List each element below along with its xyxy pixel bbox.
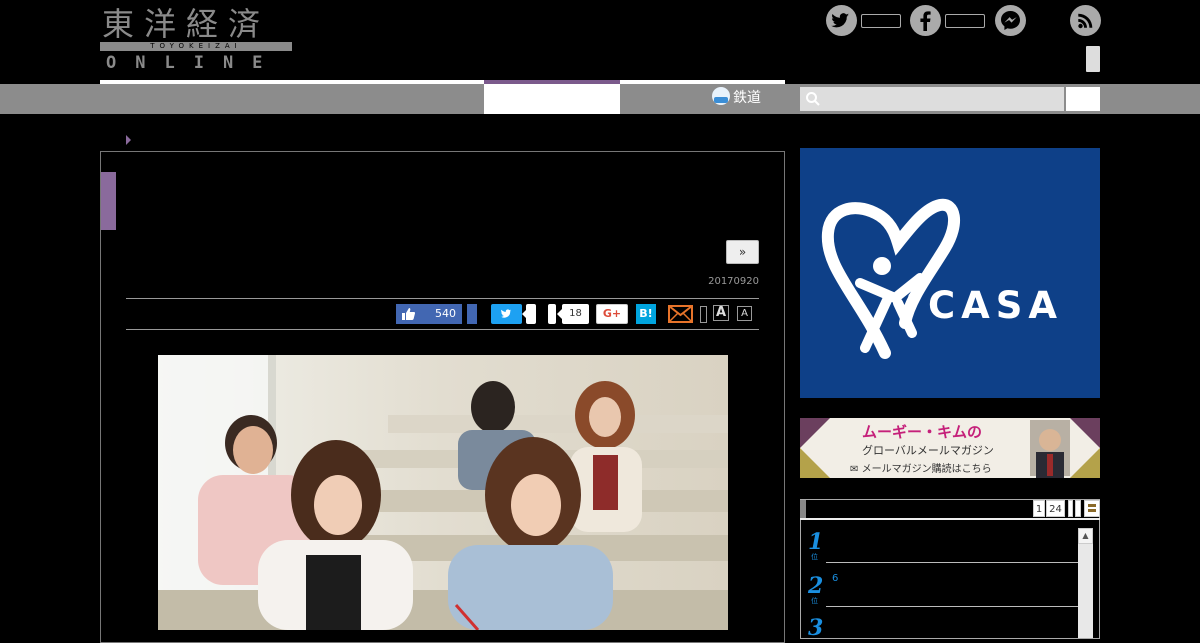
article-hero-image xyxy=(158,355,728,631)
divider xyxy=(126,298,759,299)
ranking-scrollbar[interactable] xyxy=(1078,528,1093,638)
twitter-count xyxy=(861,14,901,28)
logo-sub: TOYOKEIZAI xyxy=(150,42,242,50)
font-size-small-button[interactable]: A xyxy=(737,306,752,321)
search-button[interactable] xyxy=(1066,87,1100,111)
logo-online: ONLINE xyxy=(106,53,282,73)
rank-number: 1 xyxy=(808,529,824,555)
ranking-tab-3[interactable] xyxy=(1068,500,1073,517)
ranking-tab-1[interactable]: 1 xyxy=(1033,500,1045,517)
kim-ad-subtitle: グローバルメールマガジン xyxy=(862,444,994,457)
site-logo[interactable]: 東洋経済 TOYOKEIZAI ONLINE xyxy=(100,6,292,72)
rank-suffix: 位 xyxy=(811,597,818,605)
nav-tab-active[interactable] xyxy=(484,84,620,114)
pocket-count: 18 xyxy=(562,304,589,324)
next-page-button[interactable]: » xyxy=(726,240,759,264)
scroll-up-arrow-icon[interactable]: ▲ xyxy=(1078,528,1093,544)
hatena-bookmark-button[interactable]: B! xyxy=(636,304,656,324)
registered-mark: ® xyxy=(907,292,917,303)
casa-brand-text: CASA xyxy=(928,284,1064,327)
twitter-bird-icon xyxy=(501,309,512,318)
twitter-icon[interactable] xyxy=(826,5,857,36)
messenger-icon[interactable] xyxy=(995,5,1026,36)
ranking-tab-5[interactable]: 〓 xyxy=(1084,500,1100,517)
rss-icon[interactable] xyxy=(1070,5,1101,36)
kim-ad-cta-label: メールマガジン購読はこちら xyxy=(861,464,992,475)
header-menu-box[interactable] xyxy=(1086,46,1100,72)
rank-item-text[interactable]: 6 xyxy=(832,573,838,584)
thumbs-up-icon xyxy=(402,308,415,320)
search-input[interactable] xyxy=(800,87,1064,111)
rank-divider xyxy=(826,606,1078,607)
ranking-header-line xyxy=(800,518,1100,520)
facebook-count xyxy=(945,14,985,28)
mail-magazine-ad-banner[interactable]: ムーギー・キムの グローバルメールマガジン ✉ メールマガジン購読はこちら xyxy=(800,418,1100,478)
ranking-widget xyxy=(800,499,1100,639)
tweet-button[interactable] xyxy=(491,304,522,324)
tweet-count xyxy=(526,304,536,324)
envelope-icon: ✉ xyxy=(850,464,859,475)
google-plus-button[interactable]: G+ xyxy=(596,304,628,324)
logo-kanji: 東洋経済 xyxy=(102,5,271,43)
ranking-tab-24[interactable]: 24 xyxy=(1046,500,1065,517)
casa-ad-banner[interactable]: CASA ® xyxy=(800,148,1100,398)
train-icon xyxy=(712,87,730,105)
print-button[interactable] xyxy=(700,306,707,323)
mail-icon[interactable] xyxy=(668,305,693,323)
ranking-header-marker xyxy=(800,500,806,518)
font-size-large-button[interactable]: A xyxy=(713,305,729,321)
rank-suffix: 位 xyxy=(811,553,818,561)
rank-number: 3 xyxy=(808,615,824,641)
rank-divider xyxy=(826,562,1078,563)
divider xyxy=(126,329,759,330)
facebook-share-button[interactable] xyxy=(467,304,477,324)
nav-item-tetsudo[interactable]: 鉄道 xyxy=(712,87,761,109)
article-date: 20170920 xyxy=(708,276,759,287)
breadcrumb-arrow-icon xyxy=(126,135,131,145)
kim-ad-title: ムーギー・キムの xyxy=(862,423,983,441)
ranking-tab-4[interactable] xyxy=(1075,500,1081,517)
search-icon xyxy=(805,91,821,107)
rank-number: 2 xyxy=(808,573,824,599)
pocket-button[interactable] xyxy=(548,304,556,324)
nav-item-label: 鉄道 xyxy=(733,90,761,106)
kim-ad-cta: ✉ メールマガジン購読はこちら xyxy=(850,460,992,475)
facebook-icon[interactable] xyxy=(910,5,941,36)
article-title-marker xyxy=(101,172,116,230)
facebook-like-button[interactable]: 540 xyxy=(396,304,462,324)
casa-logo xyxy=(821,198,961,359)
like-count: 540 xyxy=(435,307,456,320)
